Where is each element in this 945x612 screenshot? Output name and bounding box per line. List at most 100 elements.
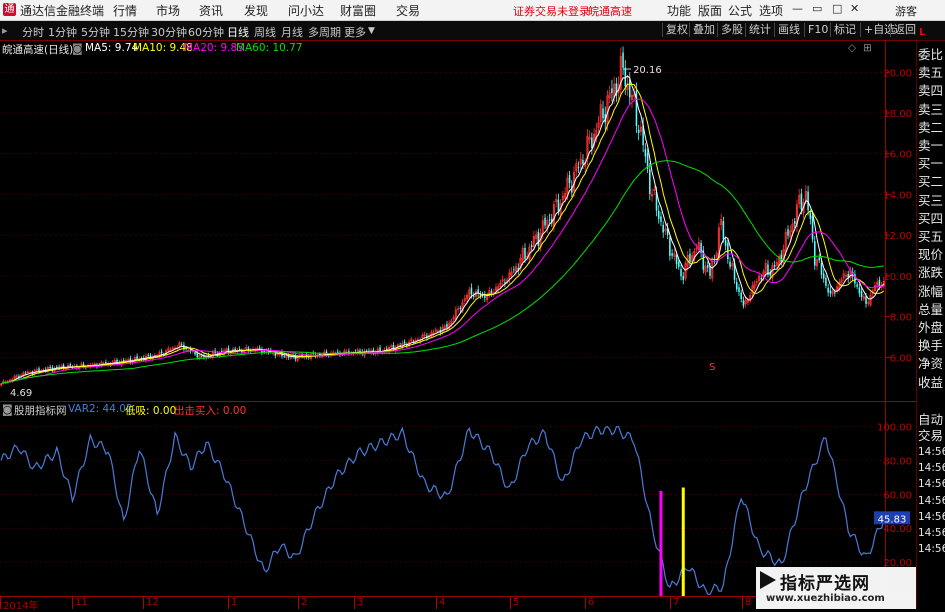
quote-field[interactable]: 涨跌 (918, 265, 943, 280)
candle-body (49, 366, 51, 369)
candle-body (472, 295, 475, 297)
quote-field[interactable]: 买一 (918, 156, 943, 171)
signal-spike (659, 490, 663, 596)
ma10-line (0, 83, 885, 385)
sell-marker: S (709, 362, 715, 373)
candle-body (69, 364, 72, 366)
x-tick-mark (670, 597, 671, 609)
candle-body (729, 261, 731, 267)
quote-field[interactable]: 自动 (918, 412, 943, 427)
candle-body (811, 215, 814, 240)
candle-body (649, 169, 651, 195)
candle-body (368, 350, 370, 352)
candle-body (669, 237, 671, 256)
candle-body (689, 253, 691, 263)
candle-body (274, 352, 277, 356)
quote-field[interactable]: 现价 (918, 247, 943, 262)
candle-body (24, 372, 27, 374)
ma5-label: MA5: 9.74 (85, 42, 139, 54)
x-tick-label: 11 (75, 597, 88, 608)
quote-field[interactable]: 14:56 (918, 510, 945, 525)
quote-field[interactable]: 14:56 (918, 526, 945, 541)
candle-body (283, 356, 286, 357)
candle-body (568, 175, 571, 183)
x-tick-label: 4 (439, 597, 446, 608)
var2-line (0, 425, 885, 595)
candle-body (709, 266, 711, 276)
quote-field[interactable]: 14:56 (918, 542, 945, 557)
candle-body (858, 287, 861, 294)
quote-field[interactable]: 交易 (918, 428, 943, 443)
quote-field[interactable]: 涨幅 (918, 284, 943, 299)
x-tick-label: 3 (357, 597, 364, 608)
candle-body (706, 265, 709, 268)
candle-body (136, 356, 138, 360)
candle-body (722, 221, 725, 240)
quote-field[interactable]: 卖三 (918, 102, 943, 117)
candle-body (827, 287, 829, 293)
candle-body (860, 291, 863, 297)
quote-field[interactable]: 买四 (918, 211, 943, 226)
candle-body (682, 276, 685, 280)
y-tick-label: 14.00 (883, 190, 912, 201)
setting-icon[interactable]: ◙ (72, 42, 83, 55)
x-tick-mark (298, 597, 299, 609)
candle-body (399, 345, 401, 346)
candle-body (122, 360, 125, 362)
low-label: 4.69 (10, 388, 32, 399)
candle-body (628, 79, 631, 98)
quote-field[interactable]: 净资 (918, 356, 943, 371)
play-arrow-icon (760, 571, 776, 589)
x-tick-mark (742, 597, 743, 609)
candle-body (818, 257, 821, 261)
collapse-icon[interactable]: ◇ (848, 42, 856, 54)
candle-body (548, 219, 551, 221)
indicator-setting-icon[interactable]: ◙ (2, 403, 13, 416)
quote-field[interactable]: 14:56 (918, 461, 945, 476)
quote-field[interactable]: 买二 (918, 174, 943, 189)
quote-field[interactable]: 14:56 (918, 445, 945, 460)
quote-field[interactable]: 卖一 (918, 138, 943, 153)
kline-chart[interactable]: 6.00 8.00 10.00 12.00 14.00 16.00 18.00 20.00 20… (0, 0, 945, 609)
x-tick-label: 6 (588, 597, 595, 608)
quote-field[interactable]: 卖五 (918, 65, 943, 80)
candle-body (160, 351, 163, 354)
candle-body (813, 241, 816, 266)
candle-body (470, 287, 473, 295)
candle-body (760, 278, 763, 280)
candlestick-series (0, 46, 885, 388)
quote-field[interactable]: 委比 (918, 47, 943, 62)
candle-body (234, 348, 236, 351)
current-value: 45.83 (878, 514, 907, 525)
x-tick-label: 12 (146, 597, 159, 608)
quote-field[interactable]: 外盘 (918, 320, 943, 335)
candle-body (662, 224, 664, 233)
buy-signal-label: 出击买入: 0.00 (174, 405, 247, 417)
quote-field[interactable]: 买五 (918, 229, 943, 244)
chart-axes: 6.00 8.00 10.00 12.00 14.00 16.00 18.00 20.00 20… (0, 40, 916, 597)
signal-spike (681, 487, 685, 596)
high-label: 20.16 (633, 65, 662, 76)
ma60-label: MA60: 10.77 (236, 42, 303, 54)
expand-icon[interactable]: ⊞ (863, 42, 872, 54)
ma60-line (0, 160, 884, 385)
x-tick-mark (354, 597, 355, 609)
quote-field[interactable]: 14:56 (918, 494, 945, 509)
quote-field[interactable]: 14:56 (918, 477, 945, 492)
y-tick-label: 12.00 (883, 231, 912, 242)
moving-average-lines (0, 75, 885, 385)
x-tick-mark (0, 597, 1, 609)
candle-body (680, 268, 682, 277)
candle-body (856, 284, 858, 287)
y-tick-label: 16.00 (883, 150, 912, 161)
x-tick-mark (72, 597, 73, 609)
quote-field[interactable]: 总量 (918, 302, 943, 317)
indicator-info-bar: ◙ 股朋指标网 VAR2: 44.02 低吸: 0.00 出击买入: 0.00 (0, 403, 885, 417)
quote-field[interactable]: 收益 (918, 375, 943, 390)
quote-field[interactable]: 卖四 (918, 83, 943, 98)
indicator-tick-label: 40.00 (883, 524, 912, 535)
quote-field[interactable]: 卖二 (918, 120, 943, 135)
x-tick-label: 1 (231, 597, 238, 608)
quote-field[interactable]: 换手 (918, 338, 943, 353)
quote-field[interactable]: 买三 (918, 193, 943, 208)
